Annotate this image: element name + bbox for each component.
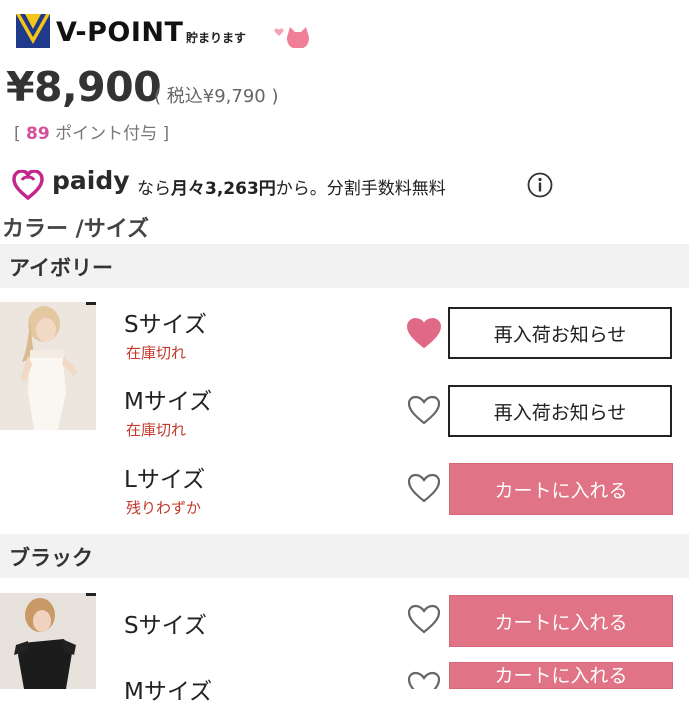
v-point-subtitle: 貯まります	[186, 31, 247, 45]
thumbnail-marker	[86, 302, 96, 305]
size-label: Sサイズ	[124, 312, 207, 338]
add-to-cart-button[interactable]: カートに入れる	[449, 595, 673, 647]
add-to-cart-button[interactable]: カートに入れる	[449, 662, 673, 689]
paidy-installment-text: なら月々3,263円から。分割手数料無料	[137, 174, 446, 199]
color-name: アイボリー	[9, 256, 113, 280]
paidy-monthly-amount: 月々3,263円	[171, 179, 276, 199]
paidy-text-pre: なら	[137, 179, 171, 199]
v-point-logo-icon	[16, 14, 50, 48]
size-label: Sサイズ	[124, 613, 207, 639]
color-size-section-title: カラー /サイズ	[2, 217, 150, 242]
stock-status: 残りわずか	[126, 499, 202, 517]
favorite-heart-icon[interactable]	[406, 394, 442, 426]
v-point-brand: V-POINT	[56, 17, 184, 48]
price-tax-included: ( 税込¥9,790 )	[154, 86, 279, 107]
size-label: Lサイズ	[124, 467, 206, 493]
cat-mascot-icon	[274, 27, 309, 48]
points-prefix: [	[14, 124, 21, 144]
paidy-text-post: から。分割手数料無料	[275, 179, 446, 199]
add-to-cart-button[interactable]: カートに入れる	[449, 463, 673, 515]
size-label: Mサイズ	[124, 679, 213, 705]
black-dress-image	[0, 593, 96, 689]
points-earned: [ 89 ポイント付与 ]	[14, 119, 169, 144]
favorite-heart-icon[interactable]	[406, 670, 442, 689]
restock-notify-button[interactable]: 再入荷お知らせ	[448, 385, 672, 437]
favorite-heart-icon[interactable]	[406, 472, 442, 504]
thumbnail-marker	[86, 593, 96, 596]
points-suffix: ポイント付与 ]	[55, 124, 170, 144]
paidy-logo-icon	[12, 170, 44, 200]
info-icon[interactable]	[527, 172, 553, 198]
stock-status: 在庫切れ	[126, 421, 187, 439]
favorite-heart-icon[interactable]	[406, 317, 442, 349]
favorite-heart-icon[interactable]	[406, 603, 442, 635]
color-header-ivory: アイボリー	[0, 244, 689, 288]
restock-notify-button[interactable]: 再入荷お知らせ	[448, 307, 672, 359]
stock-status: 在庫切れ	[126, 344, 187, 362]
color-header-black: ブラック	[0, 534, 689, 578]
price-main: ¥8,900	[6, 63, 162, 111]
product-thumbnail-black[interactable]	[0, 593, 96, 689]
points-value: 89	[26, 124, 50, 144]
ivory-dress-image	[0, 302, 96, 430]
product-thumbnail-ivory[interactable]	[0, 302, 96, 430]
size-label: Mサイズ	[124, 389, 213, 415]
paidy-brand: paidy	[52, 166, 130, 195]
color-name: ブラック	[9, 546, 93, 570]
